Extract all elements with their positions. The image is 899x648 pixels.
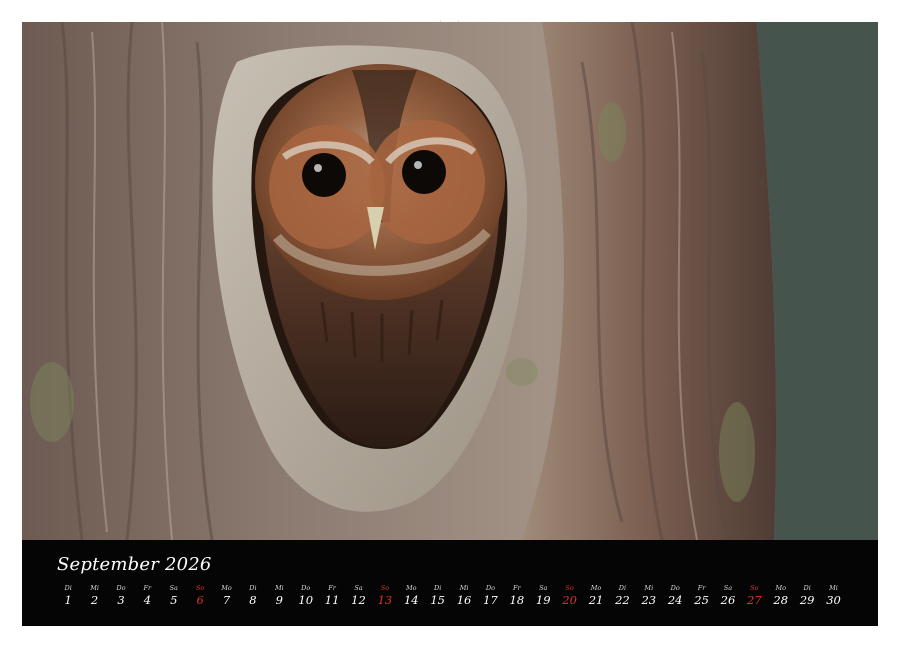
day-number: 26 [720,593,736,607]
day-cell: Sa 26 [715,584,741,616]
day-cell: Di 15 [424,584,450,616]
day-cell: So 20 [556,584,582,616]
weekday-label: Do [116,584,126,592]
day-number: 29 [799,593,815,607]
day-number: 7 [222,593,231,607]
day-number: 11 [324,593,340,607]
day-cell: Fr 18 [504,584,530,616]
days-row: Di 1 Mi 2 Do 3 Fr 4 Sa 5 So 6 Mo 7 Di 8 Mi 9 Do 10 Fr 11 Sa 12 S… [55,584,847,616]
day-cell: Mi 16 [451,584,477,616]
day-number: 4 [143,593,152,607]
day-number: 15 [430,593,445,607]
day-cell: Mi 2 [81,584,107,616]
day-cell: Fr 4 [134,584,160,616]
day-number: 3 [117,593,125,607]
day-cell: Sa 5 [161,584,187,616]
day-cell: Do 17 [477,584,503,616]
day-number: 5 [170,593,178,607]
weekday-label: Mi [459,584,469,592]
day-cell: Mi 30 [820,584,846,616]
day-number: 10 [298,593,314,607]
weekday-label: So [195,584,205,592]
day-number: 23 [641,593,657,607]
day-number: 1 [64,593,72,607]
day-number: 28 [773,593,789,607]
day-number: 12 [351,593,366,607]
weekday-label: So [565,584,574,592]
day-cell: Sa 19 [530,584,556,616]
weekday-label: Mo [590,584,602,592]
weekday-label: Sa [169,584,178,592]
weekday-label: Mi [829,584,838,592]
day-cell: So 6 [187,584,213,616]
day-cell: Do 3 [108,584,134,616]
day-cell: Mo 7 [213,584,239,616]
weekday-label: Di [434,584,442,592]
day-number: 24 [667,593,683,607]
weekday-label: Mi [274,584,284,592]
day-number: 6 [196,593,204,607]
weekday-label: Fr [328,584,336,592]
day-cell: Di 22 [609,584,635,616]
weekday-label: Mi [90,584,99,592]
weekday-label: Di [249,584,257,592]
day-number: 18 [509,593,525,607]
weekday-label: Sa [723,584,733,592]
weekday-label: Do [670,584,680,592]
weekday-label: Di [618,584,627,592]
weekday-label: Fr [697,584,706,592]
day-number: 20 [562,593,577,607]
day-number: 25 [694,593,709,607]
weekday-label: Mo [405,584,417,592]
weekday-label: Do [485,584,495,592]
day-number: 9 [275,593,283,607]
weekday-label: Mo [775,584,787,592]
day-number: 13 [377,593,393,607]
day-number: 27 [747,593,762,607]
day-cell: Fr 11 [319,584,345,616]
day-number: 21 [588,593,604,607]
weekday-label: Sa [539,584,548,592]
weekday-label: Di [803,584,811,592]
day-cell: Mo 21 [583,584,609,616]
day-cell: Di 8 [240,584,266,616]
day-cell: Fr 25 [688,584,714,616]
weekday-label: Fr [143,584,152,592]
weekday-label: Di [64,584,72,592]
weekday-label: Sa [354,584,363,592]
weekday-label: Mo [221,584,232,592]
month-title: September 2026 [57,554,212,575]
day-number: 19 [535,593,551,607]
weekday-label: Fr [513,584,521,592]
day-number: 2 [90,593,99,607]
day-cell: Di 1 [55,584,81,616]
calendar-page: September 2026 Di 1 Mi 2 Do 3 Fr 4 Sa 5 So 6 Mo 7 Di 8 M… [0,0,899,648]
day-number: 22 [615,593,630,607]
day-cell: So 13 [372,584,398,616]
day-number: 14 [403,593,419,607]
weekday-label: So [750,584,759,592]
day-cell: Mo 14 [398,584,424,616]
calendar-strip: September 2026 Di 1 Mi 2 Do 3 Fr 4 Sa 5 So 6 Mo 7 Di 8 M… [22,540,878,626]
day-cell: Di 29 [794,584,820,616]
day-cell: So 27 [741,584,767,616]
owl-photo [22,22,878,540]
weekday-label: Do [301,584,311,592]
day-cell: Mi 23 [636,584,662,616]
day-cell: Mo 28 [768,584,794,616]
day-number: 16 [456,593,472,607]
day-cell: Sa 12 [345,584,371,616]
day-number: 17 [483,593,498,607]
weekday-label: So [380,584,390,592]
day-cell: Do 24 [662,584,688,616]
day-cell: Mi 9 [266,584,292,616]
day-cell: Do 10 [293,584,319,616]
day-number: 8 [249,593,257,607]
day-number: 30 [826,593,841,607]
weekday-label: Mi [644,584,654,592]
